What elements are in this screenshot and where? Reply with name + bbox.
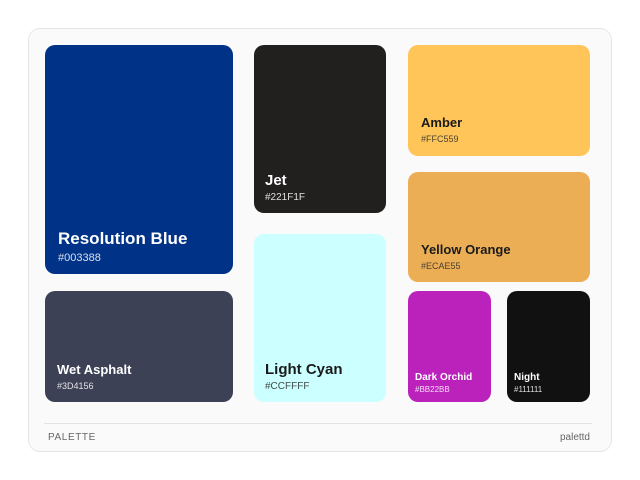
- swatch-name: Wet Asphalt: [57, 362, 132, 378]
- swatch-wet-asphalt[interactable]: Wet Asphalt #3D4156: [45, 291, 233, 402]
- swatch-hex: #3D4156: [57, 381, 94, 392]
- footer-label: PALETTE: [48, 432, 96, 443]
- swatch-name: Night: [514, 371, 540, 383]
- footer-brand[interactable]: palettd: [560, 432, 590, 443]
- swatch-name: Resolution Blue: [58, 229, 188, 249]
- swatch-jet[interactable]: Jet #221F1F: [254, 45, 386, 213]
- swatch-resolution-blue[interactable]: Resolution Blue #003388: [45, 45, 233, 274]
- swatch-hex: #FFC559: [421, 134, 459, 145]
- swatch-name: Light Cyan: [265, 360, 343, 378]
- swatch-yellow-orange[interactable]: Yellow Orange #ECAE55: [408, 172, 590, 282]
- swatch-hex: #CCFFFF: [265, 381, 310, 392]
- swatch-name: Yellow Orange: [421, 242, 511, 258]
- swatch-dark-orchid[interactable]: Dark Orchid #BB22BB: [408, 291, 491, 402]
- swatch-hex: #221F1F: [265, 192, 306, 203]
- swatch-name: Amber: [421, 115, 463, 131]
- swatch-name: Dark Orchid: [415, 371, 473, 383]
- swatch-light-cyan[interactable]: Light Cyan #CCFFFF: [254, 234, 386, 402]
- swatch-amber[interactable]: Amber #FFC559: [408, 45, 590, 156]
- swatch-night[interactable]: Night #111111: [507, 291, 590, 402]
- swatch-hex: #111111: [514, 385, 543, 395]
- swatch-hex: #BB22BB: [415, 385, 450, 395]
- swatch-hex: #ECAE55: [421, 261, 461, 272]
- swatch-name: Jet: [265, 171, 287, 189]
- footer-divider: [44, 423, 592, 424]
- swatch-hex: #003388: [58, 251, 101, 264]
